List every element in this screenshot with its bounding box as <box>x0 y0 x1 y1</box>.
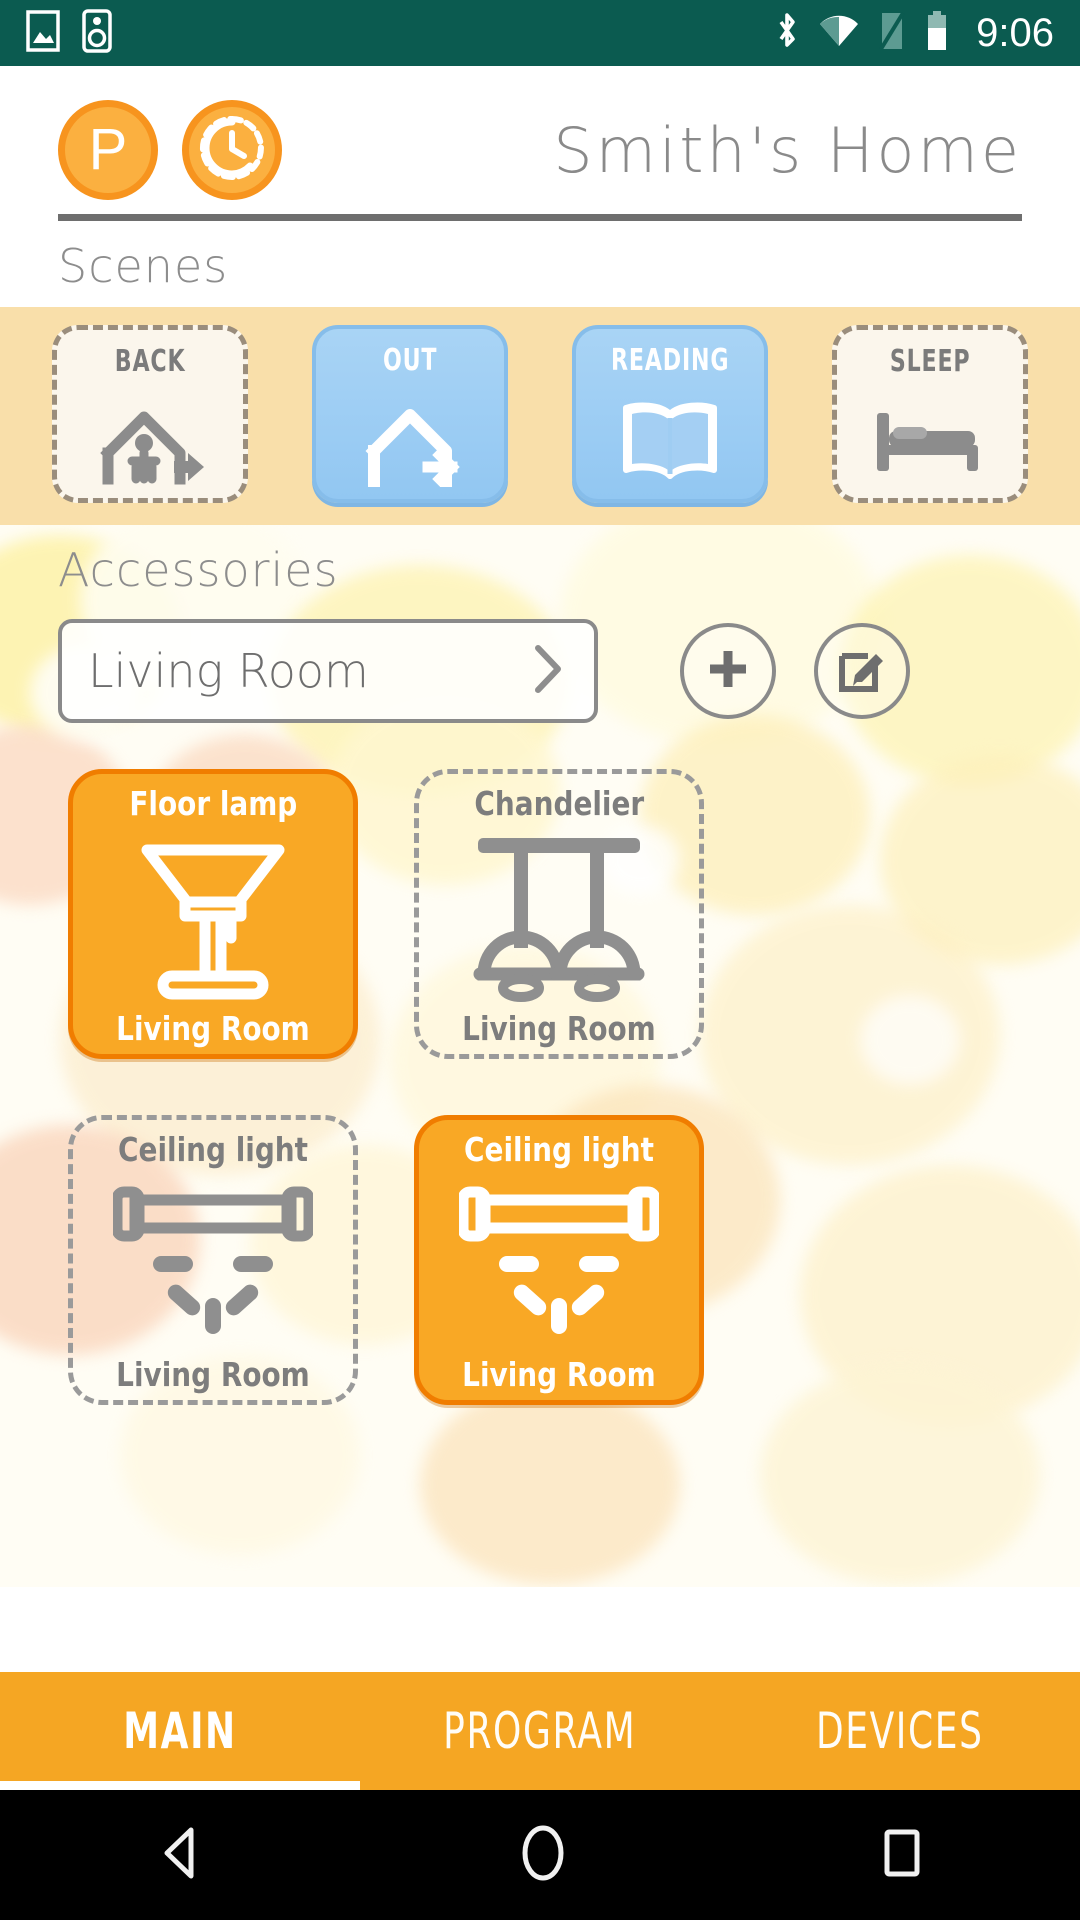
device-tile-floor-lamp[interactable]: Floor lamp Living Room <box>68 769 358 1059</box>
house-enter-icon <box>57 379 243 498</box>
device-name: Chandelier <box>474 784 644 823</box>
page-title: Smith's Home <box>553 113 1022 187</box>
app-header: P Smith's Home <box>0 66 1080 221</box>
status-bar-right-icons: 9:06 <box>774 10 1054 57</box>
tab-main[interactable]: MAIN <box>0 1672 360 1790</box>
device-room: Living Room <box>462 1009 656 1048</box>
house-exit-icon <box>316 378 504 499</box>
android-navigation-bar <box>0 1790 1080 1920</box>
device-tile-ceiling-light-2[interactable]: Ceiling light Living Room <box>414 1115 704 1405</box>
scenes-header: Scenes <box>0 221 1080 307</box>
scene-tile-reading[interactable]: READING <box>572 325 768 503</box>
bottom-tab-bar: MAIN PROGRAM DEVICES <box>0 1672 1080 1790</box>
device-room: Living Room <box>462 1355 656 1394</box>
recents-square-icon[interactable] <box>877 1824 927 1887</box>
floor-lamp-icon <box>73 823 353 1009</box>
tab-label: DEVICES <box>816 1702 984 1760</box>
status-bar: 9:06 <box>0 0 1080 66</box>
header-row: P Smith's Home <box>58 92 1022 208</box>
scenes-title: Scenes <box>58 239 229 293</box>
battery-icon <box>924 10 950 57</box>
scenes-band: BACK OUT READING SLEEP <box>0 307 1080 525</box>
tab-active-indicator <box>0 1781 360 1790</box>
tab-label: MAIN <box>123 1702 237 1760</box>
device-room: Living Room <box>116 1009 310 1048</box>
open-book-icon <box>576 378 764 499</box>
speaker-icon <box>82 8 112 58</box>
add-accessory-button[interactable] <box>680 623 776 719</box>
image-icon <box>26 9 60 57</box>
app-screen: 9:06 P Smith's Home Scenes BACK OUT READ… <box>0 0 1080 1920</box>
scene-label: BACK <box>114 344 186 379</box>
room-selector[interactable]: Living Room <box>58 619 598 723</box>
plus-icon <box>702 643 754 700</box>
room-row: Living Room <box>58 619 1022 723</box>
scene-tile-back[interactable]: BACK <box>52 325 248 503</box>
edit-pencil-icon <box>835 642 889 701</box>
tab-devices[interactable]: DEVICES <box>720 1672 1080 1790</box>
program-button[interactable]: P <box>58 100 158 200</box>
status-bar-clock: 9:06 <box>976 10 1054 55</box>
tab-program[interactable]: PROGRAM <box>360 1672 720 1790</box>
device-tile-ceiling-light-1[interactable]: Ceiling light Living Room <box>68 1115 358 1405</box>
accessories-content: Accessories Living Room Floor lamp Livin… <box>0 525 1080 1405</box>
header-divider <box>58 214 1022 221</box>
scene-tile-sleep[interactable]: SLEEP <box>832 325 1028 503</box>
wifi-icon <box>818 13 860 54</box>
ceiling-light-icon <box>419 1169 699 1355</box>
timer-icon <box>195 111 269 190</box>
scene-label: OUT <box>382 343 438 378</box>
scene-label: READING <box>610 343 730 378</box>
chevron-right-icon <box>528 640 568 703</box>
home-circle-icon[interactable] <box>515 1822 571 1889</box>
bed-icon <box>837 379 1023 498</box>
accessories-area: Accessories Living Room Floor lamp Livin… <box>0 525 1080 1587</box>
scenes-row: BACK OUT READING SLEEP <box>0 325 1080 503</box>
device-name: Floor lamp <box>129 784 297 823</box>
room-selector-value: Living Room <box>88 644 369 698</box>
back-triangle-icon[interactable] <box>153 1824 209 1887</box>
scene-tile-out[interactable]: OUT <box>312 325 508 503</box>
device-grid: Floor lamp Living Room Chandelier Living… <box>68 769 1022 1405</box>
timer-button[interactable] <box>182 100 282 200</box>
tab-label: PROGRAM <box>443 1702 637 1760</box>
accessories-title: Accessories <box>58 543 339 597</box>
ceiling-light-icon <box>73 1169 353 1355</box>
status-bar-left-icons <box>26 8 112 58</box>
chandelier-icon <box>419 823 699 1009</box>
device-name: Ceiling light <box>464 1130 654 1169</box>
scene-label: SLEEP <box>889 344 971 379</box>
device-name: Ceiling light <box>118 1130 308 1169</box>
device-tile-chandelier[interactable]: Chandelier Living Room <box>414 769 704 1059</box>
device-room: Living Room <box>116 1355 310 1394</box>
program-button-label: P <box>88 117 128 182</box>
edit-accessories-button[interactable] <box>814 623 910 719</box>
sim-card-icon <box>878 11 906 56</box>
bluetooth-icon <box>774 11 800 56</box>
